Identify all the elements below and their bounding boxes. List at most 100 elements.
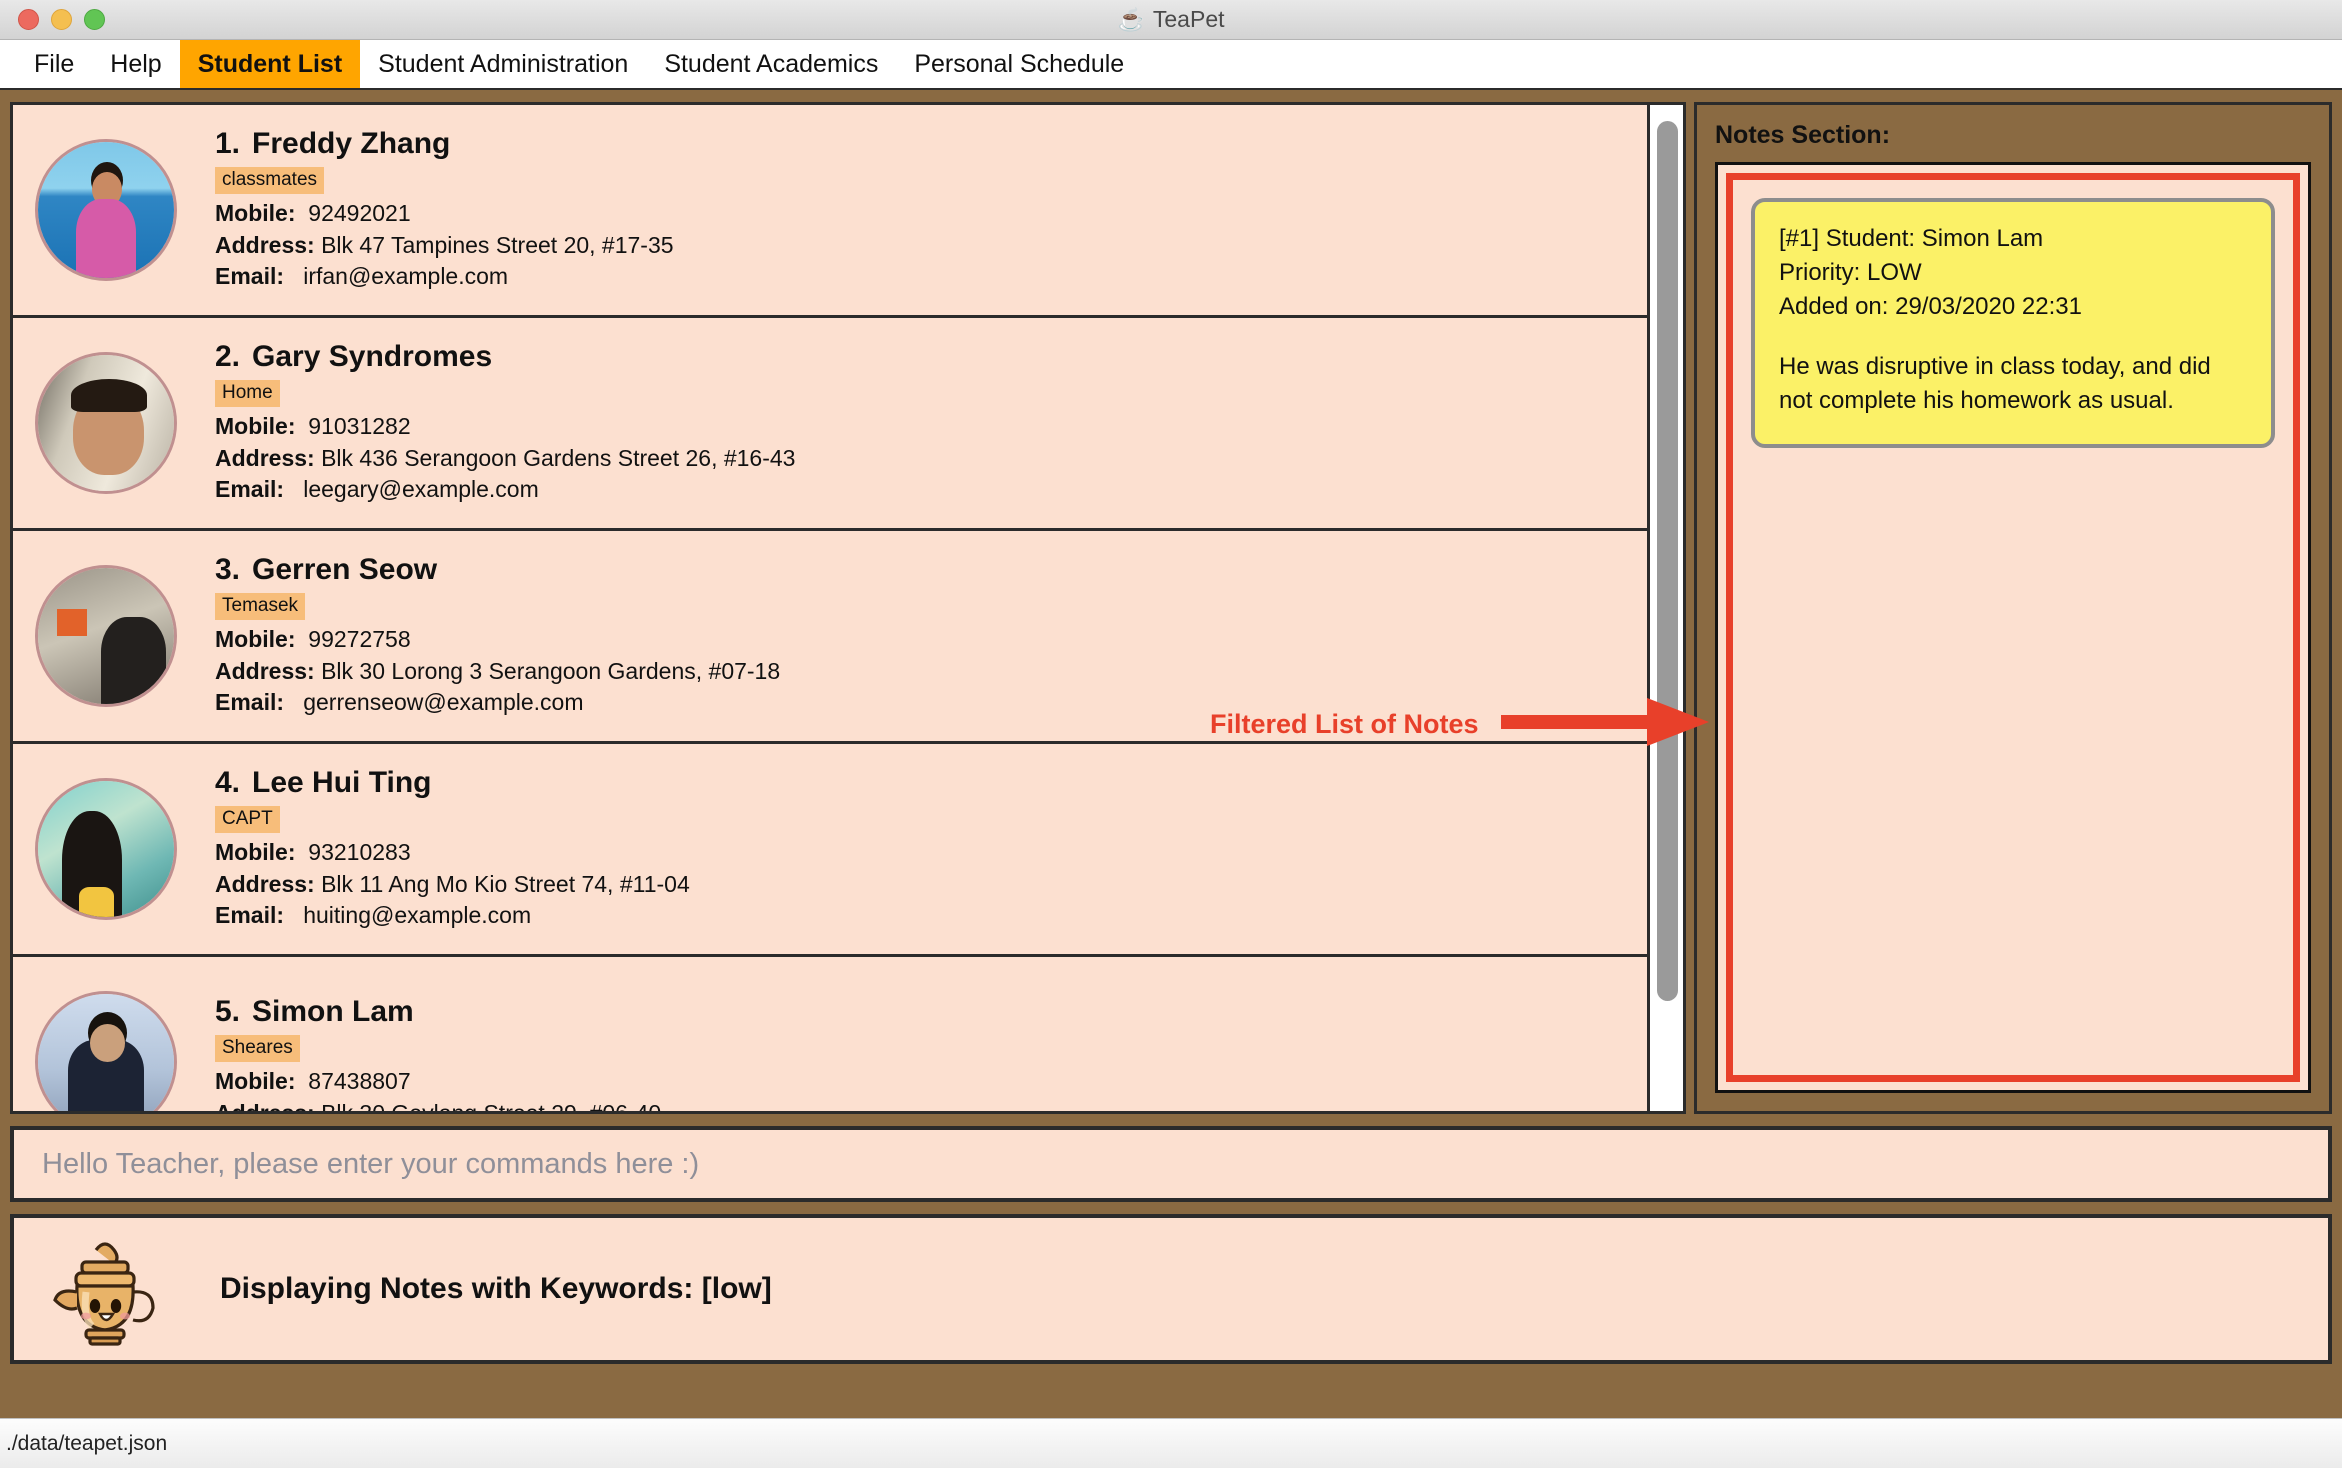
result-display: Displaying Notes with Keywords: [low] <box>10 1214 2332 1364</box>
student-index: 4. <box>215 765 241 799</box>
scrollbar-thumb[interactable] <box>1657 121 1678 1001</box>
address-value: Blk 30 Geylang Street 29, #06-40 <box>321 1100 661 1112</box>
avatar <box>35 352 177 494</box>
mobile-value: 93210283 <box>308 838 411 865</box>
list-item[interactable]: 4. Lee Hui Ting CAPT Mobile: 93210283 Add… <box>13 744 1647 954</box>
list-item[interactable]: [#1] Student: Simon Lam Priority: LOW Ad… <box>1751 198 2275 449</box>
main-body: 1. Freddy Zhang classmates Mobile: 924920… <box>0 90 2342 1418</box>
student-info: 2. Gary Syndromes Home Mobile: 91031282 A… <box>215 340 795 506</box>
email-label: Email: <box>215 902 285 929</box>
window-title-group: ☕ TeaPet <box>0 6 2342 33</box>
student-list-scroll-area[interactable]: 1. Freddy Zhang classmates Mobile: 924920… <box>13 105 1647 1111</box>
note-priority: Priority: LOW <box>1779 259 1922 287</box>
menu-item-help[interactable]: Help <box>92 40 179 88</box>
result-display-wrapper: Displaying Notes with Keywords: [low] <box>10 1202 2332 1376</box>
student-email-row: Email: gerrenseow@example.com <box>215 687 780 719</box>
save-location-label: ./data/teapet.json <box>6 1431 168 1455</box>
student-address-row: Address: Blk 47 Tampines Street 20, #17-… <box>215 230 674 262</box>
avatar <box>35 139 177 281</box>
student-mobile-row: Mobile: 93210283 <box>215 837 690 869</box>
mobile-label: Mobile: <box>215 625 296 652</box>
window-title: TeaPet <box>1152 6 1225 32</box>
student-name-row: 4. Lee Hui Ting <box>215 766 690 800</box>
teapot-mascot-icon <box>44 1226 166 1353</box>
window-titlebar: ☕ TeaPet <box>0 0 2342 40</box>
student-name: Gerren Seow <box>252 552 438 586</box>
menu-item-personal-schedule[interactable]: Personal Schedule <box>896 40 1142 88</box>
student-name-row: 5. Simon Lam <box>215 995 661 1029</box>
mobile-label: Mobile: <box>215 199 296 226</box>
student-index: 1. <box>215 126 241 160</box>
scrollbar[interactable] <box>1647 105 1683 1111</box>
note-header: [#1] Student: Simon Lam <box>1779 225 2044 252</box>
student-name-row: 1. Freddy Zhang <box>215 127 674 161</box>
filtered-notes-highlight: [#1] Student: Simon Lam Priority: LOW Ad… <box>1726 173 2300 1082</box>
list-item[interactable]: 2. Gary Syndromes Home Mobile: 91031282 A… <box>13 318 1647 528</box>
student-mobile-row: Mobile: 92492021 <box>215 198 674 230</box>
notes-list-container[interactable]: [#1] Student: Simon Lam Priority: LOW Ad… <box>1715 162 2311 1093</box>
result-message: Displaying Notes with Keywords: [low] <box>220 1272 772 1305</box>
list-item[interactable]: 5. Simon Lam Sheares Mobile: 87438807 Add… <box>13 957 1647 1111</box>
address-value: Blk 30 Lorong 3 Serangoon Gardens, #07-1… <box>321 657 781 684</box>
email-value: leegary@example.com <box>303 476 539 503</box>
student-mobile-row: Mobile: 87438807 <box>215 1066 661 1098</box>
avatar <box>35 778 177 920</box>
student-name: Gary Syndromes <box>252 339 493 373</box>
student-name: Freddy Zhang <box>252 126 451 160</box>
address-value: Blk 11 Ang Mo Kio Street 74, #11-04 <box>321 870 690 897</box>
student-email-row: Email: huiting@example.com <box>215 900 690 932</box>
command-input[interactable]: Hello Teacher, please enter your command… <box>10 1126 2332 1202</box>
note-added-on: Added on: 29/03/2020 22:31 <box>1779 293 2082 321</box>
student-name-row: 2. Gary Syndromes <box>215 340 795 374</box>
mobile-label: Mobile: <box>215 412 296 439</box>
status-badge: Home <box>215 379 280 407</box>
email-label: Email: <box>215 476 285 503</box>
note-spacer <box>1779 324 2247 350</box>
menubar: File Help Student List Student Administr… <box>0 40 2342 90</box>
note-body: He was disruptive in class today, and di… <box>1779 353 2211 415</box>
command-input-wrapper: Hello Teacher, please enter your command… <box>10 1114 2332 1202</box>
mobile-value: 92492021 <box>308 199 411 226</box>
address-label: Address: <box>215 231 315 258</box>
address-label: Address: <box>215 1100 315 1112</box>
notes-section-title: Notes Section: <box>1715 121 1891 149</box>
menu-item-file[interactable]: File <box>16 40 92 88</box>
student-name: Simon Lam <box>252 994 414 1028</box>
email-label: Email: <box>215 689 285 716</box>
email-value: irfan@example.com <box>303 263 509 290</box>
student-address-row: Address: Blk 436 Serangoon Gardens Stree… <box>215 443 795 475</box>
mobile-value: 91031282 <box>308 412 411 439</box>
email-value: gerrenseow@example.com <box>303 689 584 716</box>
avatar <box>35 565 177 707</box>
student-address-row: Address: Blk 30 Geylang Street 29, #06-4… <box>215 1098 661 1112</box>
mobile-label: Mobile: <box>215 838 296 865</box>
menu-item-student-administration[interactable]: Student Administration <box>360 40 646 88</box>
student-index: 2. <box>215 339 241 373</box>
list-item[interactable]: 3. Gerren Seow Temasek Mobile: 99272758 A… <box>13 531 1647 741</box>
student-info: 5. Simon Lam Sheares Mobile: 87438807 Add… <box>215 995 661 1111</box>
student-mobile-row: Mobile: 99272758 <box>215 624 780 656</box>
student-name-row: 3. Gerren Seow <box>215 553 780 587</box>
list-item[interactable]: 1. Freddy Zhang classmates Mobile: 924920… <box>13 105 1647 315</box>
address-label: Address: <box>215 870 315 897</box>
address-label: Address: <box>215 444 315 471</box>
email-value: huiting@example.com <box>303 902 532 929</box>
student-mobile-row: Mobile: 91031282 <box>215 411 795 443</box>
student-info: 1. Freddy Zhang classmates Mobile: 924920… <box>215 127 674 293</box>
menu-item-student-list[interactable]: Student List <box>179 40 361 88</box>
avatar <box>35 991 177 1111</box>
status-badge: Temasek <box>215 592 306 620</box>
mobile-value: 87438807 <box>308 1067 411 1094</box>
address-value: Blk 436 Serangoon Gardens Street 26, #16… <box>321 444 796 471</box>
upper-region: 1. Freddy Zhang classmates Mobile: 924920… <box>10 102 2332 1114</box>
student-name: Lee Hui Ting <box>252 765 432 799</box>
statusbar: ./data/teapet.json <box>0 1418 2342 1468</box>
address-label: Address: <box>215 657 315 684</box>
menu-item-student-academics[interactable]: Student Academics <box>646 40 896 88</box>
status-badge: Sheares <box>215 1034 300 1062</box>
status-badge: classmates <box>215 166 325 194</box>
student-index: 5. <box>215 994 241 1028</box>
mobile-value: 99272758 <box>308 625 411 652</box>
student-address-row: Address: Blk 30 Lorong 3 Serangoon Garde… <box>215 656 780 688</box>
student-address-row: Address: Blk 11 Ang Mo Kio Street 74, #1… <box>215 869 690 901</box>
